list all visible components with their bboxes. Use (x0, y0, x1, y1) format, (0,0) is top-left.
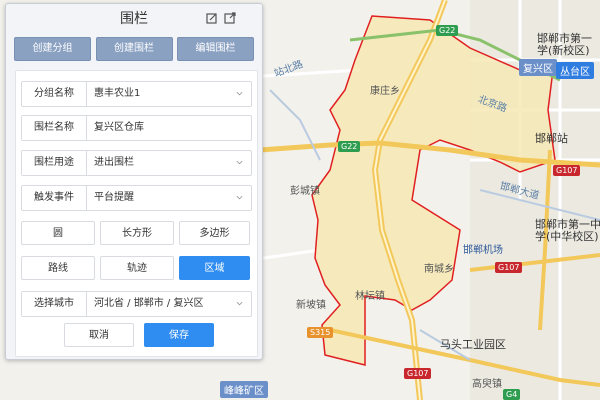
create-group-button[interactable]: 创建分组 (14, 37, 91, 61)
shape-circle-button[interactable]: 圆 (21, 221, 95, 245)
trigger-event-select[interactable]: 触发事件 平台提醒 (21, 185, 252, 211)
edit-fence-button[interactable]: 编辑围栏 (177, 37, 254, 61)
map-label-matou: 马头工业园区 (440, 338, 506, 351)
fence-use-label: 围栏用途 (22, 151, 87, 175)
cancel-button[interactable]: 取消 (64, 323, 134, 347)
map-shield-g107b: G107 (495, 262, 523, 273)
map-shield-g22a: G22 (436, 25, 459, 36)
chevron-down-icon (236, 195, 243, 200)
group-name-select[interactable]: 分组名称 惠丰农业1 (21, 81, 252, 107)
trigger-event-label: 触发事件 (22, 186, 87, 210)
fence-name-label: 围栏名称 (22, 116, 87, 140)
shape-route-button[interactable]: 路线 (21, 256, 95, 280)
fence-name-value: 复兴区仓库 (94, 122, 144, 133)
group-name-value: 惠丰农业1 (94, 88, 141, 99)
group-name-label: 分组名称 (22, 82, 87, 106)
city-value: 河北省 / 邯郸市 / 复兴区 (94, 298, 204, 309)
popout-icon[interactable] (224, 12, 236, 24)
map-label-hospital-1b: 学(新校区) (537, 44, 590, 57)
fence-form: 分组名称 惠丰农业1 围栏名称 复兴区仓库 围栏用途 进出围栏 触发事件 平台提… (15, 70, 258, 357)
map-label-congtai: 丛台区 (556, 62, 594, 79)
map-shield-s315: S315 (307, 327, 334, 338)
map-shield-g4: G4 (503, 389, 521, 400)
fence-use-value: 进出围栏 (94, 157, 134, 168)
map-label-pengcheng: 彭城镇 (290, 186, 320, 197)
panel-title: 围栏 (120, 11, 148, 27)
shape-polygon-button[interactable]: 多边形 (179, 221, 250, 245)
shape-track-button[interactable]: 轨迹 (100, 256, 174, 280)
map-shield-g22b: G22 (338, 141, 361, 152)
fence-use-select[interactable]: 围栏用途 进出围栏 (21, 150, 252, 176)
city-label: 选择城市 (22, 292, 87, 316)
edit-icon[interactable] (206, 12, 218, 24)
map-label-kangzhuang: 康庄乡 (370, 86, 400, 97)
map-label-xinpo: 新坡镇 (296, 300, 326, 311)
map-label-fengfeng: 峰峰矿区 (220, 381, 268, 398)
top-button-row: 创建分组 创建围栏 编辑围栏 (6, 37, 262, 61)
chevron-down-icon (236, 160, 243, 165)
fence-panel: 围栏 创建分组 创建围栏 编辑围栏 分组名称 惠丰农业1 围栏名称 复兴区仓库 … (5, 3, 263, 360)
map-shield-g107a: G107 (553, 165, 581, 176)
map-label-airport: 邯郸机场 (463, 245, 503, 256)
map-label-zhongxue-b: 学(中华校区) (535, 230, 599, 243)
save-button[interactable]: 保存 (144, 323, 214, 347)
map-label-fuxing: 复兴区 (519, 59, 557, 76)
shape-rectangle-button[interactable]: 长方形 (100, 221, 174, 245)
city-select[interactable]: 选择城市 河北省 / 邯郸市 / 复兴区 (21, 291, 252, 317)
map-label-handan-station: 邯郸站 (535, 132, 568, 145)
trigger-event-value: 平台提醒 (94, 192, 134, 203)
map-label-nanchengxiang: 南城乡 (424, 264, 454, 275)
shape-region-button[interactable]: 区域 (179, 256, 250, 280)
create-fence-button[interactable]: 创建围栏 (95, 37, 173, 61)
panel-header: 围栏 (6, 4, 262, 34)
map-label-gaojiao: 高臾镇 (472, 379, 502, 390)
chevron-down-icon (236, 91, 243, 96)
map-label-linzhuang: 林坛镇 (355, 291, 385, 302)
chevron-down-icon (236, 301, 243, 306)
fence-name-input[interactable]: 围栏名称 复兴区仓库 (21, 115, 252, 141)
map-shield-g107c: G107 (404, 368, 432, 379)
